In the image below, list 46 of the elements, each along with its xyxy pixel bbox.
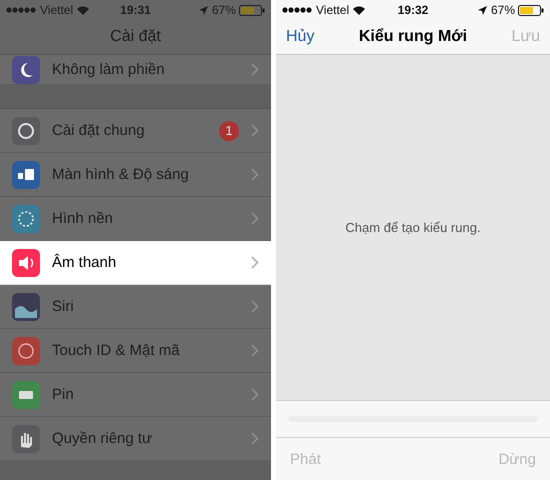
row-label: Touch ID & Mật mã <box>52 342 181 359</box>
row-label: Hình nền <box>52 210 114 227</box>
row-label: Màn hình & Độ sáng <box>52 166 190 183</box>
chevron-icon <box>251 63 259 76</box>
notification-badge: 1 <box>219 120 239 140</box>
settings-row[interactable]: Hình nền <box>0 197 271 241</box>
row-label: Không làm phiền <box>52 61 166 78</box>
settings-row[interactable]: Pin <box>0 373 271 417</box>
chevron-icon <box>251 432 259 445</box>
chevron-icon <box>251 344 259 357</box>
battery-icon <box>518 4 544 16</box>
chevron-icon <box>251 124 259 137</box>
status-time: 19:32 <box>398 3 428 17</box>
chevron-icon <box>251 300 259 313</box>
chevron-icon <box>251 256 259 269</box>
row-label: Pin <box>52 386 75 403</box>
chevron-icon <box>251 168 259 181</box>
settings-row[interactable]: Quyền riêng tư <box>0 417 271 461</box>
chevron-icon <box>251 212 259 225</box>
carrier-name: Viettel <box>40 3 74 17</box>
screen-title: Kiểu rung Mới <box>358 28 468 46</box>
signal-icon <box>282 7 312 13</box>
row-label: Siri <box>52 298 75 315</box>
cancel-button[interactable]: Hủy <box>286 28 314 46</box>
settings-row[interactable]: Màn hình & Độ sáng <box>0 153 271 197</box>
chevron-icon <box>251 388 259 401</box>
screen-title: Cài đặt <box>110 28 161 46</box>
signal-icon <box>6 7 36 13</box>
status-time: 19:31 <box>120 3 151 17</box>
wifi-icon <box>77 6 90 14</box>
settings-row[interactable]: Cài đặt chung 1 <box>0 109 271 153</box>
wifi-icon <box>353 6 366 14</box>
row-label: Quyền riêng tư <box>52 430 154 447</box>
row-label: Cài đặt chung <box>52 122 146 139</box>
location-icon <box>198 6 208 14</box>
carrier-name: Viettel <box>316 3 350 17</box>
settings-row[interactable]: Âm thanh <box>0 241 271 285</box>
battery-icon <box>239 4 265 16</box>
row-label: Âm thanh <box>52 254 118 271</box>
tap-hint: Chạm để tạo kiểu rung. <box>345 220 481 235</box>
settings-row[interactable]: Touch ID & Mật mã <box>0 329 271 373</box>
battery-percent: 67% <box>490 3 515 17</box>
settings-row[interactable]: Không làm phiền <box>0 55 271 85</box>
settings-row[interactable]: Siri <box>0 285 271 329</box>
battery-percent: 67% <box>212 3 236 17</box>
location-icon <box>478 6 487 14</box>
